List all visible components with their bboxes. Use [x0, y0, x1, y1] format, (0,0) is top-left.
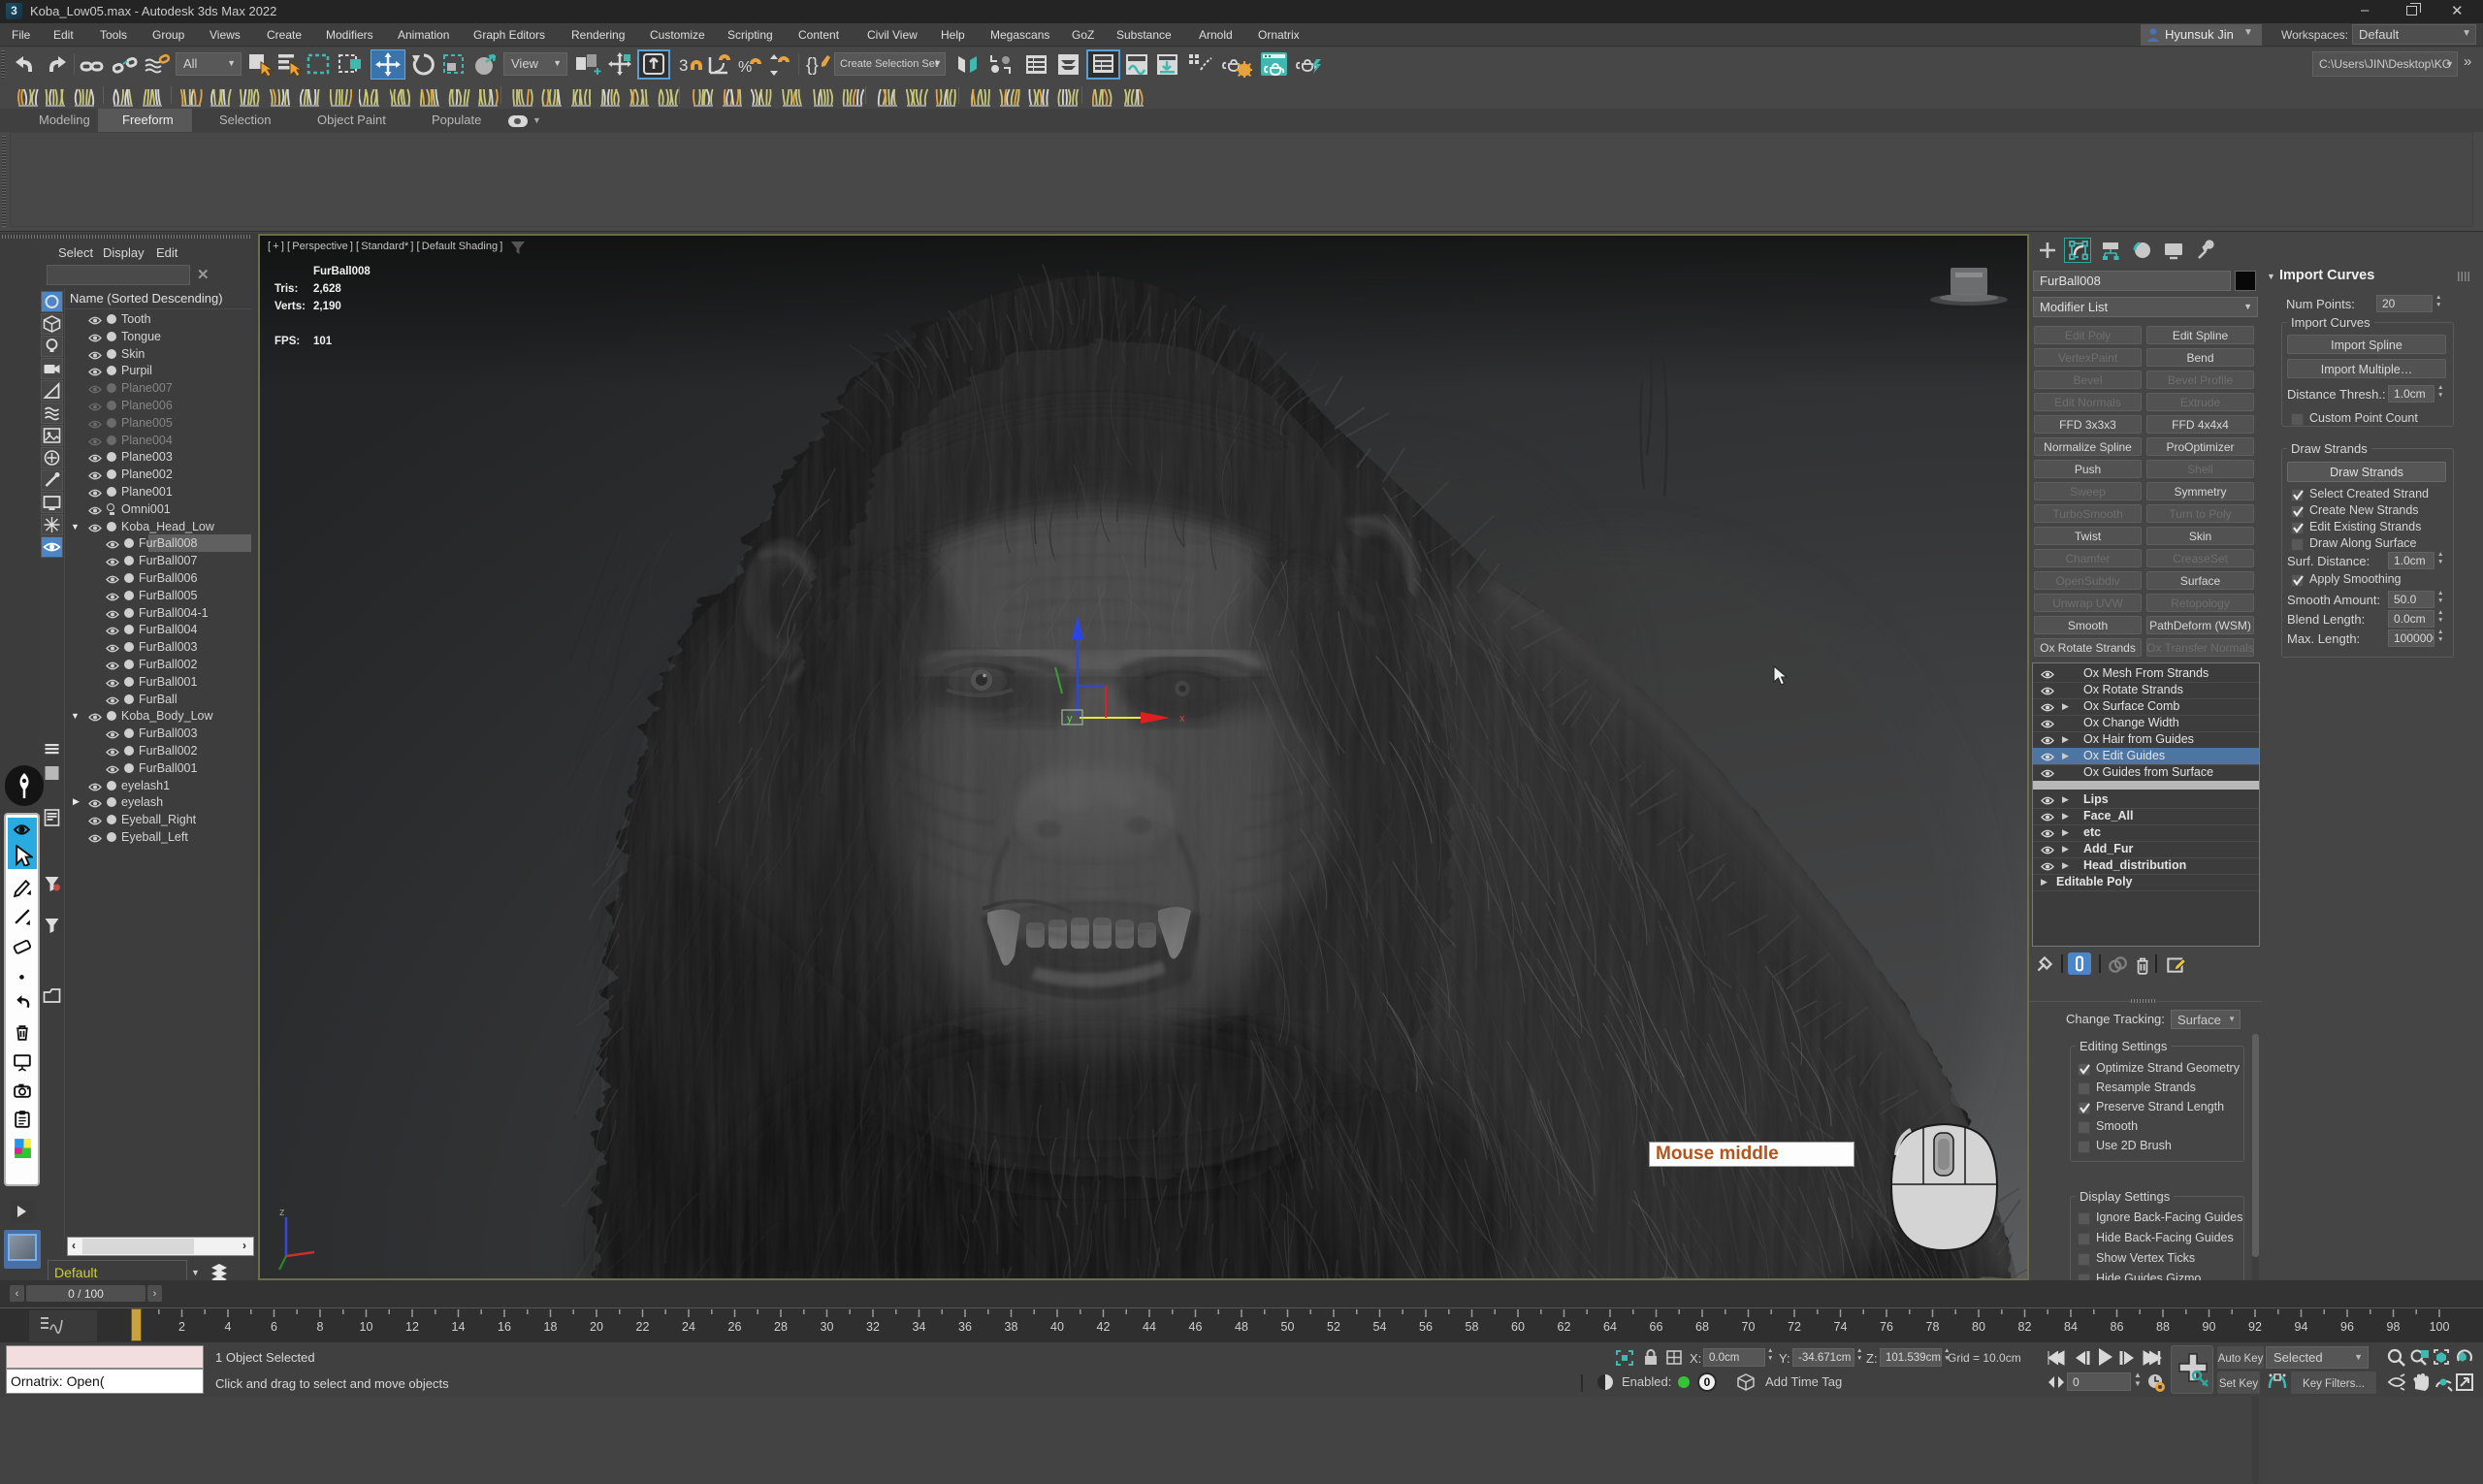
svg-text:{}: {}: [806, 55, 819, 76]
svg-text:x: x: [1179, 713, 1185, 725]
svg-text:y: y: [1067, 713, 1073, 725]
svg-text:z: z: [279, 1207, 285, 1218]
svg-text:%: %: [738, 59, 752, 76]
svg-text:3: 3: [679, 56, 688, 75]
